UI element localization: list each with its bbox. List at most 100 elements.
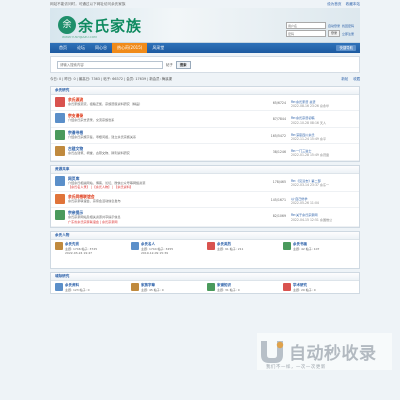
nav-item-active[interactable]: 热心莳(2015) [112,43,148,53]
forum-icon [55,175,65,186]
subforum-cell[interactable]: 余氏先贤 主题: 1746 帖子: 3725 2022-03-24 19:47 [55,241,127,266]
forum-row: 宗亲提示 余氏宗亲网站及相关资源共享提示信息 广东省余氏宗亲联谊会 | 余氏宗亲网 … [51,208,359,227]
search-bar: 帖子 搜索 [50,56,360,73]
username-input[interactable] [285,22,326,29]
subforum-counts: 主题: 91 帖子: 211 [217,246,244,251]
subforum-grid: 余氏资料 主题: 123 帖子: 0 家族字辈 主题: 45 帖子: 0 家谱知识主… [51,281,359,293]
logo-icon: 余 [58,16,76,34]
section-yushi-research: 余氏研究 余氏源流 余氏家族源流，祖籍迁徙，宗族谱牒资料研究（精品） 65/672… [50,86,360,162]
favorites-link[interactable]: 收藏 [353,77,360,81]
subforum-counts: 主题: 123 帖子: 0 [65,287,90,292]
watermark-brand: 自动秒收录 [289,344,377,364]
forum-desc: 介绍余氏宗支谱录，交流宗族世系 [68,118,115,123]
forum-sublinks[interactable]: 【余氏名人录】 | 【余氏人物】 | 【余氏资料】 [68,185,246,189]
section-title[interactable]: 余氏研究 [51,87,359,95]
forum-row: 余氏同根联谊会 余氏宗亲联谊会、宗亲会活动信息发布 145/1671 以·自己修学… [51,192,359,209]
forum-desc: 余氏古建筑、祠堂、古墓文物、碑刻资料研究 [68,151,130,156]
subforum-counts: 主题: 31 帖子: 0 [217,287,240,292]
top-notice: 网站不能访问时，可通过以下网址访问余氏家族 [50,2,126,6]
logo-text: 余氏家族 [78,16,143,35]
register-link[interactable]: 立即注册 [342,32,354,36]
last-post-time: 2022-11-24 15:49 余平 [291,137,327,142]
forum-counts: 65/6724 [272,101,286,105]
forum-counts: 178/465 [272,179,286,184]
set-homepage-link[interactable]: 设为首页 [327,2,341,6]
forum-icon [283,282,291,291]
forum-icon [207,241,215,250]
search-input[interactable] [57,60,163,69]
last-post-time: 2022-03-14 23:37 余东一 [291,182,330,187]
forum-row: 宗谱寻根 介绍余氏宗族字辈，寻根问祖，建立余氏宗族关系 165/5472 Re:深… [51,128,359,145]
subforum-last: 2022-03-24 19:47 [65,250,93,255]
subforum-cell[interactable]: 余氏书画 主题: 42 帖子: 107 [283,241,355,266]
section-resources: 资源共享 网页库 介绍余氏相关网站、博客、论坛、微信公众号等网络资源 【余氏名人录】… [50,164,360,228]
forum-icon [283,241,291,250]
forgot-password-link[interactable]: 找回密码 [342,24,354,28]
forum-stats: 今日: 0 | 昨日: 0 | 最高日: 7363 | 帖子: 66372 | … [50,76,360,83]
section-title[interactable]: 资源共享 [51,165,359,174]
top-notice-bar: 网站不能访问时，可通过以下网址访问余氏家族 设为首页 收藏本站 [50,0,360,8]
nav-item-tongxingu[interactable]: 同心谷 [90,43,112,53]
forum-desc: 介绍余氏宗族字辈，寻根问祖，建立余氏宗族关系 [68,134,137,139]
search-button[interactable]: 搜索 [175,60,191,69]
forum-counts: 87/7844 [272,117,286,122]
login-box: 自动登录 找回密码 登录 立即注册 [285,22,354,37]
section-title[interactable]: 余氏人物 [51,231,359,240]
subforum-counts: 主题: 42 帖子: 107 [293,246,320,251]
nav-item-home[interactable]: 首页 [54,43,72,53]
subforum-grid: 余氏先贤 主题: 1746 帖子: 3725 2022-03-24 19:47 余氏… [51,240,359,268]
last-post-time: 2022-05-26 11:04 [291,201,319,206]
bookmark-link[interactable]: 收藏本站 [346,2,360,6]
forum-counts: 165/5472 [270,133,286,138]
subforum-cell[interactable]: 余氏英烈 主题: 91 帖子: 211 [207,241,279,266]
subforum-cell[interactable]: 家族字辈 主题: 45 帖子: 0 [131,282,203,293]
last-post-time: 2022-10-28 08:16 天人 [291,120,327,125]
forum-row: 古建文物 余氏古建筑、祠堂、古墓文物、碑刻资料研究 38/1246 Re:一门三进… [51,144,359,161]
forum-icon [131,282,139,291]
login-button[interactable]: 登录 [327,30,340,37]
forum-counts: 82/1069 [272,214,286,219]
stats-text: 今日: 0 | 昨日: 0 | 最高日: 7363 | 帖子: 66372 | … [50,77,172,81]
nav-item-forum[interactable]: 论坛 [72,43,90,53]
watermark-slogan: 我们不一样，一次一次更新 [266,365,326,370]
quick-nav-button[interactable]: 快捷导航 [336,45,356,51]
password-input[interactable] [285,30,326,37]
forum-row: 余氏源流 余氏家族源流，祖籍迁徙，宗族谱牒资料研究（精品） 65/6724 Re:… [51,95,359,112]
forum-row: 网页库 介绍余氏相关网站、博客、论坛、微信公众号等网络资源 【余氏名人录】 | 【余… [51,174,359,193]
site-logo[interactable]: 余 余氏家族 [58,14,142,36]
new-posts-link[interactable]: 新帖 [341,77,348,81]
nav-item-fengcaitang[interactable]: 风采堂 [147,43,169,53]
main-nav: 首页 论坛 同心谷 热心莳(2015) 风采堂 快捷导航 [50,43,360,53]
forum-icon [55,194,65,205]
forum-icon [207,282,215,291]
watermark-logo-icon [261,340,284,363]
forum-desc: 余氏宗亲联谊会、宗亲会活动信息发布 [68,199,121,204]
subforum-cell[interactable]: 学术研究 主题: 20 帖子: 0 [283,282,355,293]
subforum-counts: 主题: 20 帖子: 0 [293,287,316,292]
subforum-cell[interactable]: 余氏资料 主题: 123 帖子: 0 [55,282,127,293]
section-people: 余氏人物 余氏先贤 主题: 1746 帖子: 3725 2022-03-24 19:… [50,230,360,269]
top-links: 设为首页 收藏本站 [324,0,360,8]
subforum-cell[interactable]: 家谱知识 主题: 31 帖子: 0 [207,282,279,293]
forum-icon [131,241,139,250]
forum-counts: 38/1246 [272,150,286,155]
section-title[interactable]: 城际研究 [51,272,359,281]
last-post-time: 2022-08-16 23:26 泉永华 [291,104,330,109]
site-header: 余 余氏家族 WWW.YUSHIJIAZU.COM 自动登录 找回密码 登录 立… [50,8,360,43]
forum-icon [55,146,65,157]
subforum-cell[interactable]: 余氏名人 主题: 1744 帖子: 3455 2019-12-09 15:39 [131,241,203,266]
subforum-last: 2019-12-09 15:39 [141,250,169,255]
subforum-counts: 主题: 45 帖子: 0 [141,287,164,292]
section-city-research: 城际研究 余氏资料 主题: 123 帖子: 0 家族字辈 主题: 45 帖子: 0 … [50,271,360,294]
forum-counts: 145/1671 [270,198,286,203]
forum-icon [55,210,65,221]
logo-subtitle: WWW.YUSHIJIAZU.COM [62,35,97,39]
forum-sublinks[interactable]: 广东省余氏宗亲联谊会 | 余氏宗亲网 [68,220,246,224]
forum-row: 宗支谱录 介绍余氏宗支谱录，交流宗族世系 87/7844 Re:余氏宗谱初稿 202… [51,111,359,128]
forum-icon [55,97,65,107]
search-scope-select[interactable]: 帖子 [166,62,173,67]
forum-desc: 余氏家族源流，祖籍迁徙，宗族谱牒资料研究（精品） [68,102,143,106]
last-post-time: 2022-04-15 12:51 余国维公 [291,217,333,222]
auto-login-checkbox[interactable]: 自动登录 [328,24,340,28]
forum-icon [55,241,63,250]
